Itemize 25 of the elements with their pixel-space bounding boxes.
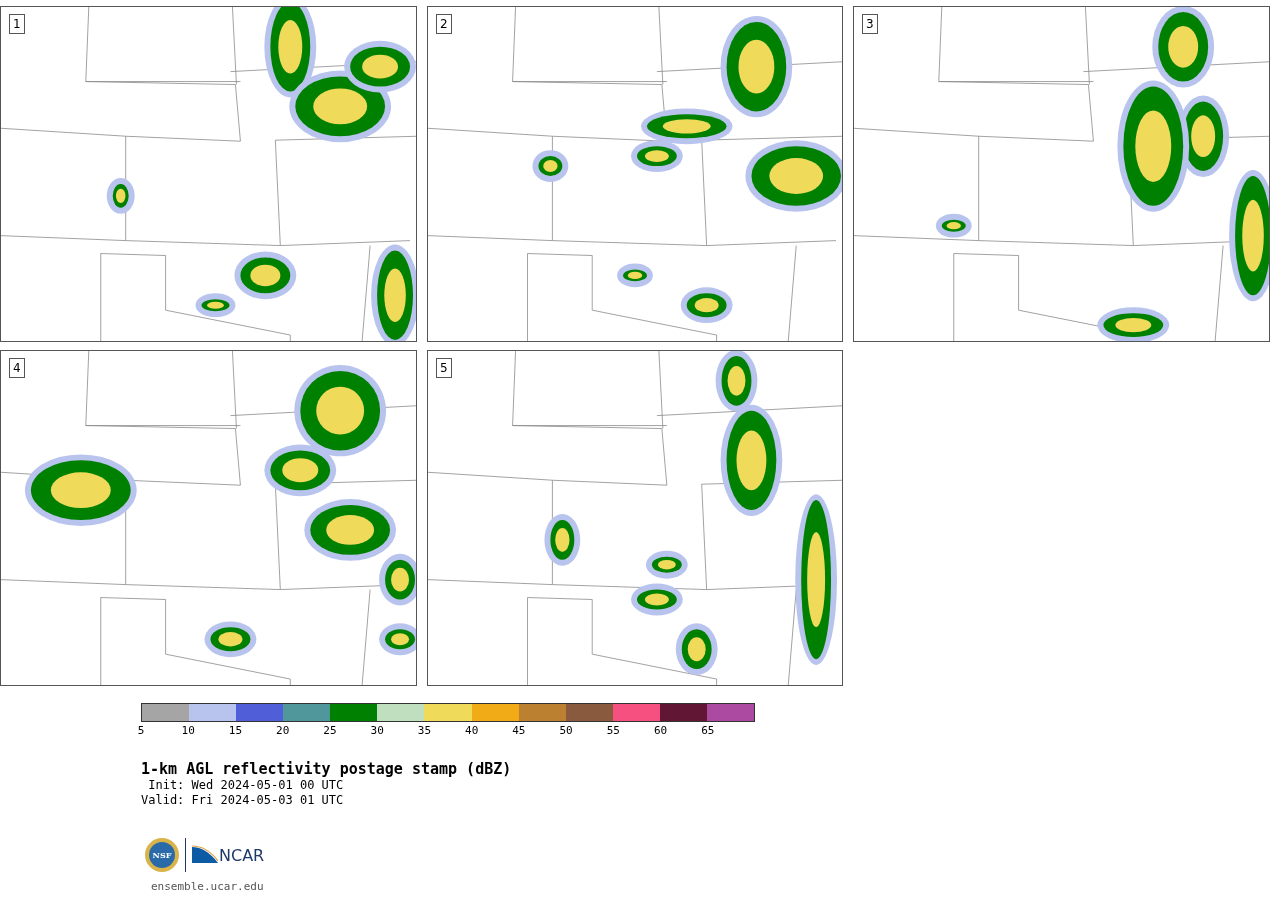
panel-number: 2 (436, 14, 452, 34)
panel-number: 5 (436, 358, 452, 378)
panel-number: 3 (862, 14, 878, 34)
site-url: ensemble.ucar.edu (151, 879, 265, 895)
scale-label: 60 (653, 724, 668, 737)
chart-title: 1-km AGL reflectivity postage stamp (dBZ) (141, 760, 513, 778)
scale-label: 65 (701, 724, 715, 737)
valid-time: Valid: Fri 2024-05-03 01 UTC (141, 793, 345, 808)
panel-number: 4 (9, 358, 25, 378)
scale-label: 50 (559, 724, 573, 737)
scale-label: 45 (512, 724, 526, 737)
scale-label: 35 (417, 724, 432, 737)
ncar-logo: NCAR (192, 845, 265, 865)
panel-number: 1 (9, 14, 25, 34)
scale-label: 10 (181, 724, 195, 737)
scale-label: 55 (606, 724, 620, 737)
scale-label: 25 (323, 724, 337, 737)
nsf-logo: NSF (145, 838, 179, 872)
init-time: Init: Wed 2024-05-01 00 UTC (147, 778, 345, 793)
scale-label: 30 (370, 724, 384, 737)
scale-label: 15 (228, 724, 243, 737)
scale-label: 20 (276, 724, 290, 737)
swoosh-icon (192, 845, 218, 865)
scale-label: 5 (137, 724, 145, 737)
scale-label: 40 (465, 724, 479, 737)
